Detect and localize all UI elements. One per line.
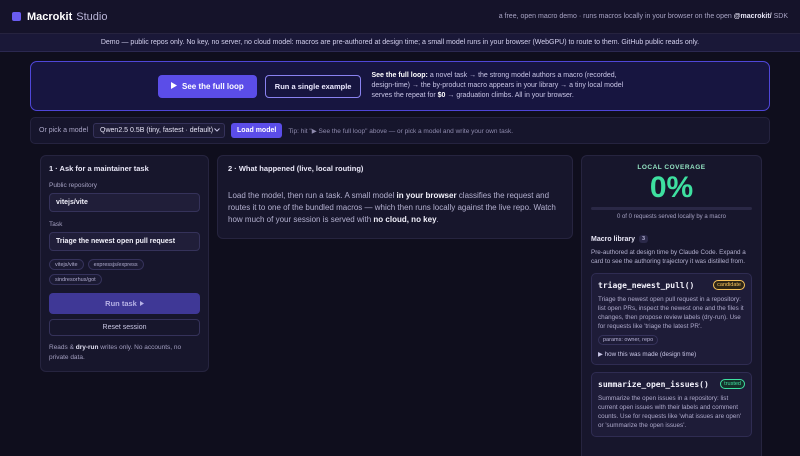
macro-card-header: summarize_open_issues() trusted <box>598 379 745 389</box>
coverage-panel: LOCAL COVERAGE 0% 0 of 0 requests served… <box>581 155 762 456</box>
macro-description: Triage the newest open pull request in a… <box>598 296 744 330</box>
happened-bold-1: in your browser <box>396 191 457 200</box>
hero-text-2: → graduation climbs. All in your browser… <box>445 92 574 99</box>
brand-name: Macrokit <box>27 10 73 23</box>
macro-description: Summarize the open issues in a repositor… <box>598 395 742 429</box>
tagline-prefix: a free, open macro demo · runs macros lo… <box>498 13 734 20</box>
run-single-example-label: Run a single example <box>274 81 352 91</box>
play-icon <box>139 299 144 308</box>
happened-panel-body: Load the model, then run a task. A small… <box>228 190 562 226</box>
run-task-button[interactable]: Run task <box>49 293 200 314</box>
run-single-example-button[interactable]: Run a single example <box>264 74 362 98</box>
run-task-label: Run task <box>105 299 137 308</box>
macro-library-description: Pre-authored at design time by Claude Co… <box>591 249 746 265</box>
coverage-subtitle: 0 of 0 requests served locally by a macr… <box>616 214 727 220</box>
what-happened-panel: 2 · What happened (live, local routing) … <box>217 155 573 239</box>
load-model-label: Load model <box>237 127 277 134</box>
play-icon <box>171 81 177 91</box>
task-input-value: Triage the newest open pull request <box>56 238 176 245</box>
demo-banner: Demo — public repos only. No key, no ser… <box>0 34 800 52</box>
load-model-button[interactable]: Load model <box>231 123 283 138</box>
privacy-note-1: Reads & <box>49 344 76 351</box>
task-input[interactable]: Triage the newest open pull request <box>49 232 200 251</box>
task-label: Task <box>49 221 63 228</box>
reset-session-label: Reset session <box>102 324 147 331</box>
pick-model-label: Or pick a model <box>39 127 89 134</box>
status-badge: trusted <box>720 379 745 389</box>
repo-chip[interactable]: expressjs/express <box>87 259 144 270</box>
hero-text-bold: See the full loop: <box>371 72 428 79</box>
brand-subtitle: Studio <box>76 10 108 23</box>
happened-text-3: . <box>436 215 439 224</box>
macro-library-count: 3 <box>638 235 649 243</box>
repo-input-value: vitejs/vite <box>56 199 88 206</box>
happened-text-1: Load the model, then run a task. A small… <box>228 191 397 200</box>
macro-card[interactable]: summarize_open_issues() trusted Summariz… <box>591 372 752 437</box>
logo-icon <box>12 12 21 21</box>
coverage-progress-bar <box>591 207 752 210</box>
privacy-note-bold: dry-run <box>75 344 99 351</box>
tagline-suffix: SDK <box>771 13 788 20</box>
macro-card-header: triage_newest_pull() candidate <box>598 280 745 290</box>
demo-banner-text: Demo — public repos only. No key, no ser… <box>100 39 700 46</box>
macro-params: params: owner, repo <box>598 335 659 345</box>
model-select[interactable]: Qwen2.5 0.5B (tiny, fastest · default) <box>93 123 226 138</box>
header-tagline: a free, open macro demo · runs macros lo… <box>499 13 788 20</box>
repo-input[interactable]: vitejs/vite <box>49 193 200 212</box>
macro-library-header: Macro library 3 <box>591 235 752 243</box>
coverage-percent: 0% <box>649 171 694 204</box>
repo-chip[interactable]: vitejs/vite <box>49 259 84 270</box>
macro-name: triage_newest_pull() <box>598 280 695 290</box>
model-tip: Tip: hit "▶ See the full loop" above — o… <box>288 127 514 135</box>
model-select-value: Qwen2.5 0.5B (tiny, fastest · default) <box>100 127 214 134</box>
see-full-loop-label: See the full loop <box>182 81 244 91</box>
happened-bold-2: no cloud, no key <box>373 215 437 224</box>
hero-description: See the full loop: a novel task → the st… <box>371 71 639 101</box>
macro-card[interactable]: triage_newest_pull() candidate Triage th… <box>591 273 752 365</box>
tagline-sdk[interactable]: @macrokit/ <box>734 13 772 20</box>
coverage-title: LOCAL COVERAGE <box>637 164 706 171</box>
macro-name: summarize_open_issues() <box>598 379 709 389</box>
repo-chips: vitejs/vite expressjs/express sindresorh… <box>49 259 200 285</box>
repo-chip[interactable]: sindresorhus/got <box>49 274 102 285</box>
how-made-toggle[interactable]: ▶ how this was made (design time) <box>598 351 745 358</box>
macro-library-title: Macro library <box>591 235 635 243</box>
status-badge: candidate <box>713 280 745 290</box>
happened-panel-title: 2 · What happened (live, local routing) <box>228 164 364 173</box>
chevron-down-icon <box>214 127 220 134</box>
model-picker-row: Or pick a model Qwen2.5 0.5B (tiny, fast… <box>30 117 770 144</box>
app-header: Macrokit Studio a free, open macro demo … <box>0 0 800 34</box>
privacy-note: Reads & dry-run writes only. No accounts… <box>49 343 200 362</box>
see-full-loop-button[interactable]: See the full loop <box>158 74 257 98</box>
hero-section: See the full loop Run a single example S… <box>30 61 770 111</box>
ask-task-panel: 1 · Ask for a maintainer task Public rep… <box>40 155 209 372</box>
reset-session-button[interactable]: Reset session <box>49 319 200 336</box>
repo-label: Public repository <box>49 182 98 189</box>
ask-panel-title: 1 · Ask for a maintainer task <box>49 164 149 173</box>
